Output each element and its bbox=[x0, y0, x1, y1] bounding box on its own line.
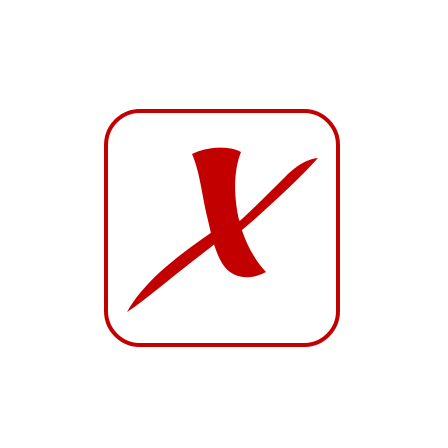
x-mark-icon bbox=[127, 147, 318, 312]
checkbox-x-icon[interactable] bbox=[0, 0, 448, 448]
canvas bbox=[0, 0, 448, 448]
